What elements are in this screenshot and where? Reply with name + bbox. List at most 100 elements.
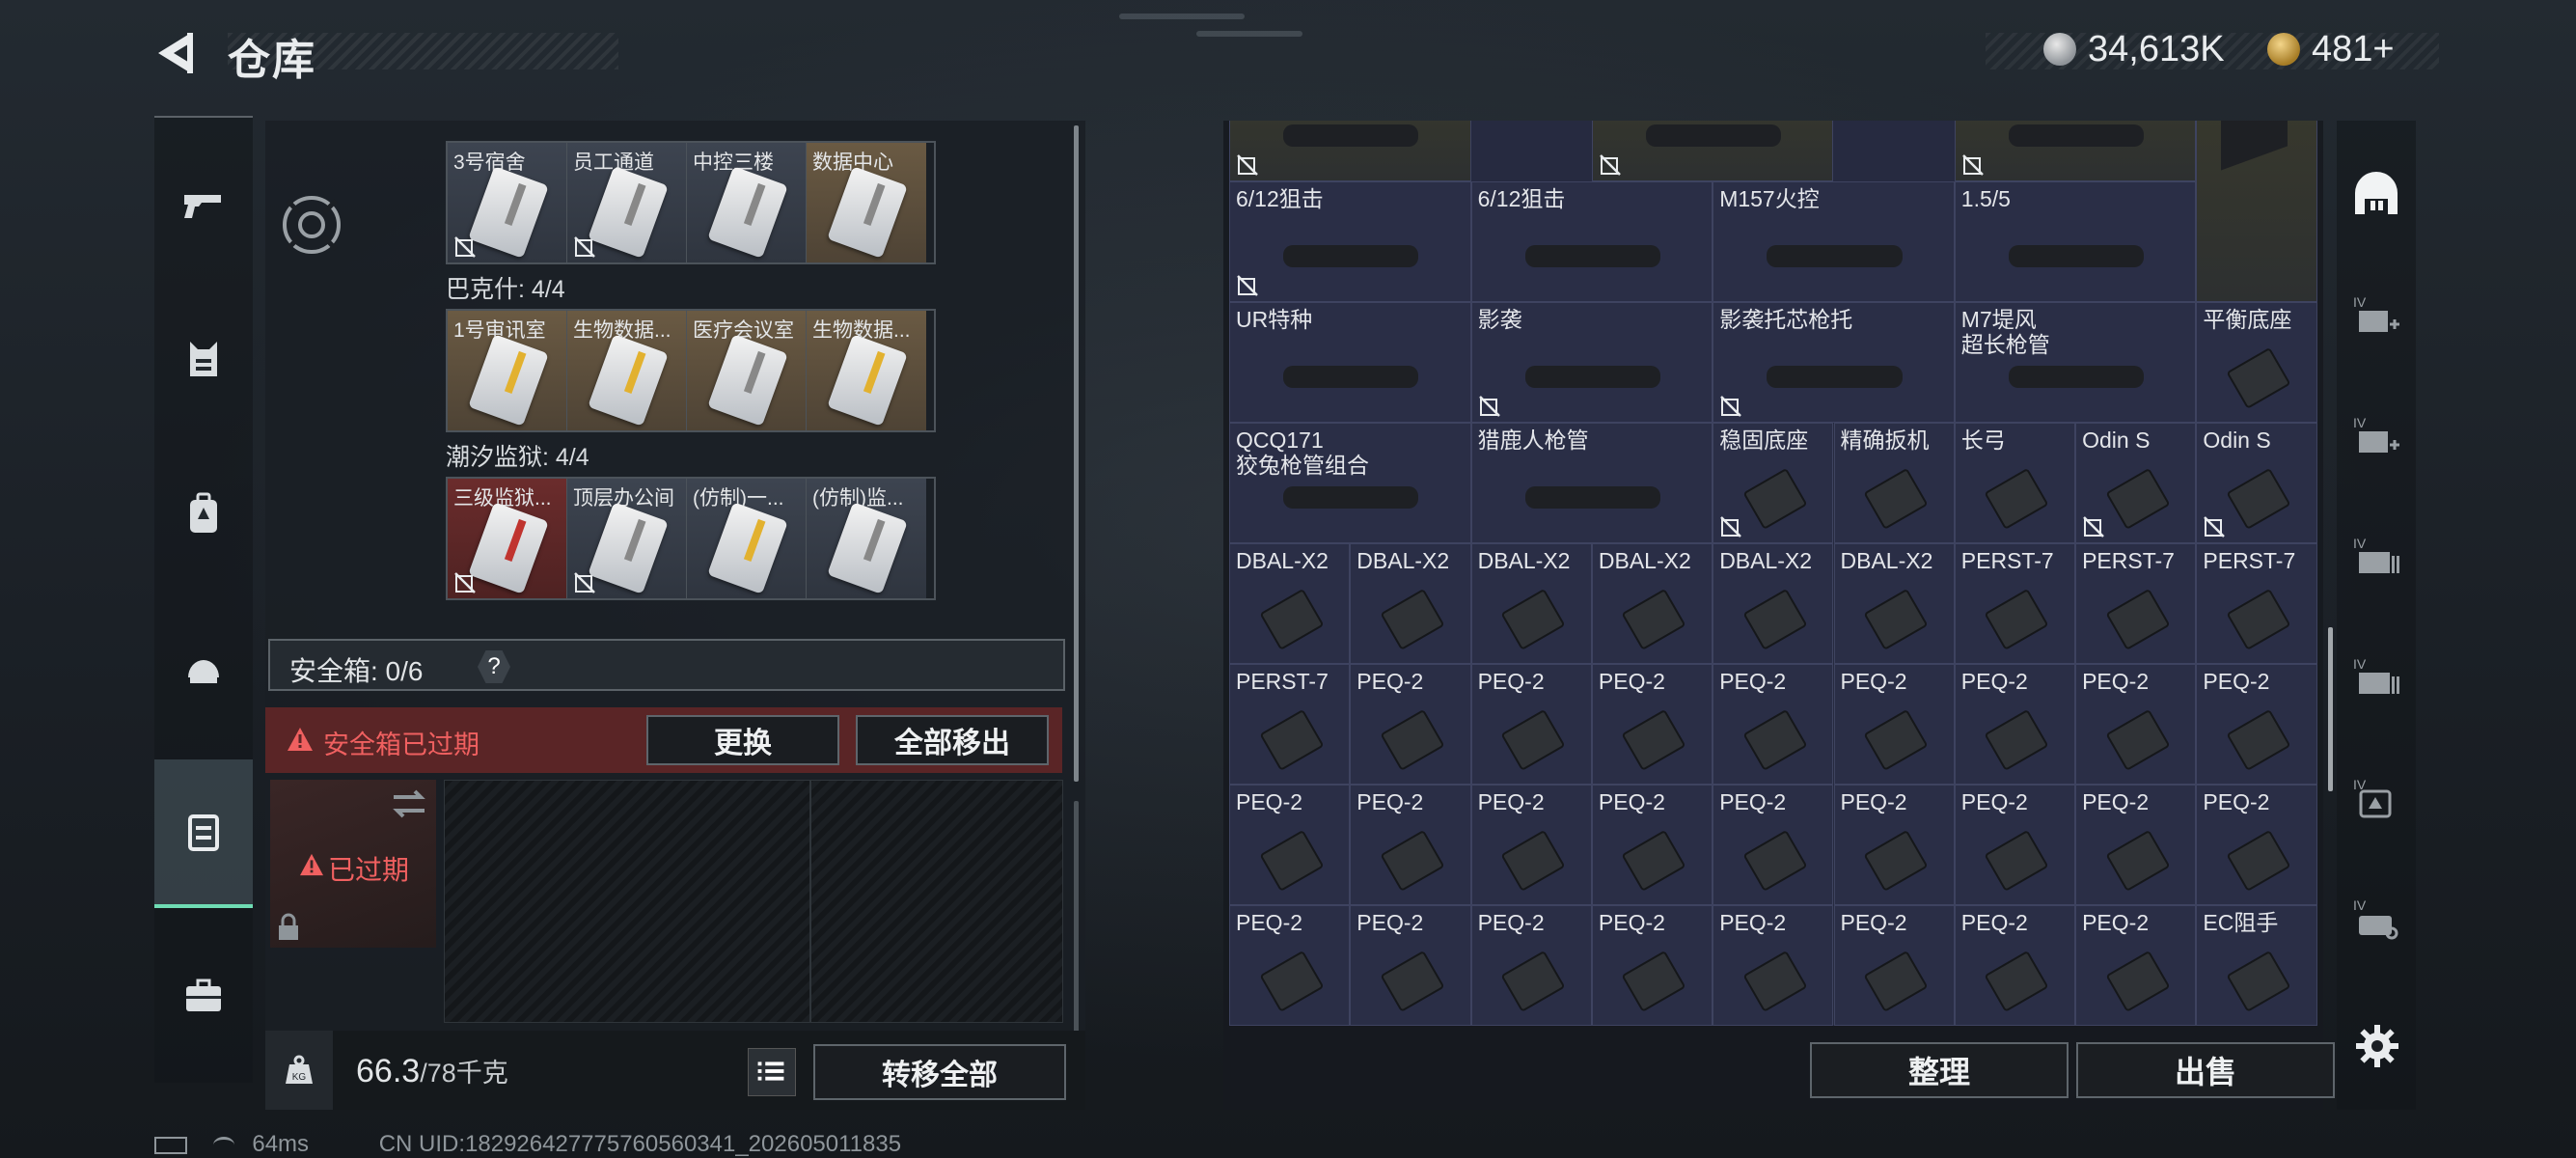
nav-case[interactable] <box>154 924 253 1068</box>
item-icon <box>1984 589 2049 651</box>
keycard-slot[interactable]: 1号审讯室 <box>448 311 567 430</box>
keycard-slot[interactable]: (仿制)一... <box>687 479 807 598</box>
settings-gear-icon[interactable] <box>2354 1023 2400 1069</box>
nav-safebox[interactable] <box>154 759 253 908</box>
rightnav-tab-1[interactable]: IV <box>2337 256 2416 376</box>
stash-item[interactable]: 稳固底座 <box>1713 423 1834 543</box>
nav-weapons[interactable] <box>154 132 253 277</box>
stash-item[interactable]: PEQ-2 <box>1350 905 1471 1026</box>
stash-item[interactable]: DBAL-X2 <box>1350 543 1471 664</box>
item-name: DBAL-X2 <box>1598 548 1691 573</box>
stash-item[interactable]: PEQ-2 <box>1713 785 1834 905</box>
transfer-all-button[interactable]: 转移全部 <box>813 1044 1066 1100</box>
stash-item[interactable]: M157火控 <box>1713 181 1955 302</box>
stash-item[interactable]: DBAL-X2 <box>1833 543 1955 664</box>
stash-item[interactable]: PEQ-2 <box>1954 785 2076 905</box>
rightnav-tab-6[interactable]: IV <box>2337 859 2416 979</box>
stash-item[interactable]: DBAL-X2 <box>1470 543 1592 664</box>
stash-item[interactable]: PERST-7 <box>2075 543 2197 664</box>
keycard-slot[interactable]: 3号宿舍 <box>448 143 567 262</box>
stash-item[interactable]: PEQ-2 <box>1591 785 1713 905</box>
stash-item[interactable]: DBAL-X2 <box>1229 543 1351 664</box>
stash-item[interactable]: PEQ-2 <box>1470 785 1592 905</box>
stash-item[interactable] <box>1591 121 1834 181</box>
stash-item[interactable]: 平衡底座 <box>2196 302 2317 423</box>
stash-item[interactable]: PEQ-2 <box>2075 785 2197 905</box>
keycard-slot[interactable]: 中控三楼 <box>687 143 807 262</box>
keycard-slot[interactable]: 医疗会议室 <box>687 311 807 430</box>
sort-button[interactable]: 整理 <box>1810 1042 2069 1098</box>
stash-item[interactable]: PEQ-2 <box>1713 664 1834 785</box>
stash-item[interactable]: PEQ-2 <box>1713 905 1834 1026</box>
stash-item[interactable]: 6/12狙击 <box>1470 181 1713 302</box>
stash-item[interactable]: PEQ-2 <box>1591 905 1713 1026</box>
keycard-slot[interactable]: (仿制)监... <box>807 479 926 598</box>
stash-item[interactable]: Odin S <box>2196 423 2317 543</box>
stash-item[interactable]: 长弓 <box>1954 423 2076 543</box>
stash-item[interactable]: PEQ-2 <box>2196 785 2317 905</box>
stash-item[interactable]: PEQ-2 <box>1954 664 2076 785</box>
nav-helmet[interactable] <box>154 595 253 740</box>
left-scrollbar-lower[interactable] <box>1074 801 1079 1033</box>
keycard-slot[interactable]: 生物数据... <box>807 311 926 430</box>
nav-backpack[interactable] <box>154 441 253 586</box>
keycard-slot[interactable]: 员工通道 <box>567 143 687 262</box>
back-arrow-icon[interactable] <box>152 29 201 77</box>
swap-arrows-icon[interactable] <box>390 787 428 820</box>
stash-item[interactable] <box>2196 121 2317 302</box>
keycard-slot[interactable]: 顶层办公间 <box>567 479 687 598</box>
rightnav-stash[interactable] <box>2337 130 2416 251</box>
rightnav-tab-3[interactable]: IV <box>2337 497 2416 618</box>
right-scrollbar[interactable] <box>2328 627 2333 791</box>
stash-item[interactable]: 6/12狙击 <box>1229 181 1471 302</box>
help-icon[interactable]: ? <box>478 650 510 683</box>
stash-item[interactable]: PEQ-2 <box>1591 664 1713 785</box>
stash-item[interactable]: PEQ-2 <box>1350 664 1471 785</box>
stash-item[interactable]: 猎鹿人枪管 <box>1470 423 1713 543</box>
stash-item[interactable]: DBAL-X2 <box>1713 543 1834 664</box>
stash-item[interactable]: 影袭 <box>1470 302 1713 423</box>
stash-item[interactable]: DBAL-X2 <box>1591 543 1713 664</box>
stash-item[interactable]: Odin S <box>2075 423 2197 543</box>
keycard-slot[interactable]: 三级监狱... <box>448 479 567 598</box>
stash-item[interactable]: PEQ-2 <box>2075 905 2197 1026</box>
stash-item[interactable]: M7堤风 超长枪管 <box>1954 302 2197 423</box>
stash-item[interactable]: PEQ-2 <box>2075 664 2197 785</box>
stash-item[interactable]: PEQ-2 <box>1954 905 2076 1026</box>
stash-item[interactable] <box>1229 121 1471 181</box>
list-view-button[interactable] <box>748 1048 796 1096</box>
stash-item[interactable]: PEQ-2 <box>1350 785 1471 905</box>
stash-item[interactable]: QCQ171 狡兔枪管组合 <box>1229 423 1471 543</box>
stash-item[interactable]: PEQ-2 <box>1833 905 1955 1026</box>
stash-item[interactable]: PERST-7 <box>1954 543 2076 664</box>
stash-item[interactable]: PEQ-2 <box>1229 905 1351 1026</box>
stash-item[interactable]: PERST-7 <box>1229 664 1351 785</box>
stash-item[interactable]: PEQ-2 <box>1833 785 1955 905</box>
rightnav-tab-5[interactable]: IV <box>2337 738 2416 859</box>
stash-item[interactable]: PEQ-2 <box>1833 664 1955 785</box>
stash-item[interactable]: PEQ-2 <box>1470 905 1592 1026</box>
stash-item[interactable]: 精确扳机 <box>1833 423 1955 543</box>
keycard-slot[interactable]: 数据中心 <box>807 143 926 262</box>
item-name: PEQ-2 <box>1840 789 1907 814</box>
safebox-slots[interactable] <box>444 780 1063 1023</box>
stash-item[interactable] <box>1954 121 2197 181</box>
stash-item[interactable]: PEQ-2 <box>2196 664 2317 785</box>
left-scrollbar[interactable] <box>1074 125 1079 782</box>
sell-button[interactable]: 出售 <box>2076 1042 2335 1098</box>
keycard-slot[interactable]: 生物数据... <box>567 311 687 430</box>
remove-all-button[interactable]: 全部移出 <box>856 715 1049 765</box>
stash-item[interactable]: EC阻手 <box>2196 905 2317 1026</box>
stash-item[interactable]: 1.5/5 <box>1954 181 2197 302</box>
nav-armor[interactable] <box>154 287 253 431</box>
stash-item[interactable]: UR特种 <box>1229 302 1471 423</box>
rightnav-tab-2[interactable]: IV <box>2337 376 2416 497</box>
stash-item[interactable]: PERST-7 <box>2196 543 2317 664</box>
gold-currency[interactable]: 481+ <box>2267 25 2395 73</box>
stash-item[interactable]: 影袭托芯枪托 <box>1713 302 1955 423</box>
replace-button[interactable]: 更换 <box>646 715 839 765</box>
stash-item[interactable]: PEQ-2 <box>1229 785 1351 905</box>
stash-item[interactable]: PEQ-2 <box>1470 664 1592 785</box>
rightnav-tab-4[interactable]: IV <box>2337 618 2416 738</box>
stash-grid[interactable]: 6/12狙击 6/12狙击 M157火控 1.5/5 UR特种 影袭 影袭托芯枪托 M7堤风 … <box>1229 121 2317 1026</box>
